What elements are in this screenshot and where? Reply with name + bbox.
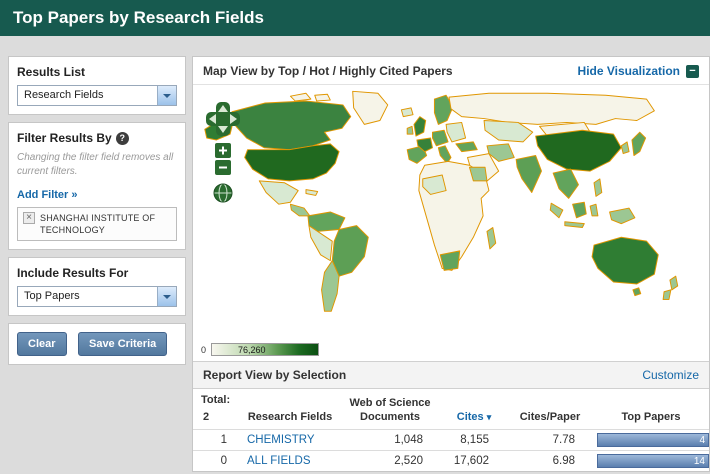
legend-max-label: 76,260 [238,345,266,355]
results-list-dropdown[interactable]: Research Fields [17,85,177,106]
field-link-chemistry[interactable]: CHEMISTRY [241,428,339,450]
include-results-value: Top Papers [24,290,80,303]
col-cites-per-paper[interactable]: Cites/Paper [507,389,593,429]
top-papers-cell: 4 [593,428,709,450]
main-panel: Map View by Top / Hot / Highly Cited Pap… [192,56,710,472]
minus-icon: − [686,64,699,78]
globe-icon[interactable] [213,183,233,203]
chevron-down-icon[interactable] [157,86,176,105]
top-papers-cell: 14 [593,449,709,471]
table-row: 1 CHEMISTRY 1,048 8,155 7.78 4 [193,428,709,450]
cites-value: 8,155 [441,428,507,450]
total-value: 2 [203,410,210,423]
report-view-title: Report View by Selection [203,368,347,382]
chevron-down-icon[interactable] [157,287,176,307]
filter-tag-label: SHANGHAI INSTITUTE OF TECHNOLOGY [40,213,156,236]
filter-note: Changing the filter field removes all cu… [17,152,174,177]
page-title: Top Papers by Research Fields [0,0,710,36]
field-link-all-fields[interactable]: ALL FIELDS [241,449,339,471]
docs-value: 1,048 [339,428,441,450]
add-filter-link[interactable]: Add Filter » [17,189,78,201]
help-icon[interactable]: ? [115,132,129,145]
sidebar: Results List Research Fields Filter Resu… [8,56,186,372]
col-top-papers[interactable]: Top Papers [593,389,709,429]
hide-visualization-link[interactable]: Hide Visualization − [578,64,699,78]
report-table: Total: 2 Research Fields Web of Science … [193,389,709,471]
col-cites-sort[interactable]: Cites ▾ [441,389,507,429]
results-list-value: Research Fields [24,89,104,101]
filter-tag: × SHANGHAI INSTITUTE OF TECHNOLOGY [17,207,177,242]
map-countries[interactable] [204,90,679,312]
save-criteria-button[interactable]: Save Criteria [77,332,168,357]
total-header: Total: 2 [193,389,241,429]
clear-button[interactable]: Clear [17,332,67,357]
world-map[interactable] [197,87,703,335]
cites-per-paper-value: 6.98 [507,449,593,471]
col-research-fields[interactable]: Research Fields [241,389,339,429]
map-area: 0 76,260 [193,85,709,361]
map-legend: 0 76,260 [201,343,320,356]
results-list-label: Results List [17,65,86,79]
row-index: 1 [193,428,241,450]
cites-per-paper-value: 7.78 [507,428,593,450]
actions-panel: Clear Save Criteria [8,323,186,366]
map-view-title: Map View by Top / Hot / Highly Cited Pap… [203,64,453,78]
customize-link[interactable]: Customize [642,368,699,382]
zoom-out-button[interactable] [215,160,231,175]
cites-value: 17,602 [441,449,507,471]
results-list-panel: Results List Research Fields [8,56,186,115]
top-papers-bar: 14 [597,453,709,468]
map-view-header: Map View by Top / Hot / Highly Cited Pap… [193,57,709,85]
table-row: 0 ALL FIELDS 2,520 17,602 6.98 14 [193,449,709,471]
report-view-header: Report View by Selection Customize [193,361,709,389]
docs-value: 2,520 [339,449,441,471]
sort-desc-icon: ▾ [486,411,492,422]
include-results-label: Include Results For [17,266,129,281]
map-controls[interactable] [205,101,241,207]
content: Results List Research Fields Filter Resu… [0,36,710,472]
row-index: 0 [193,449,241,471]
table-header-row: Total: 2 Research Fields Web of Science … [193,389,709,429]
total-label: Total: [201,394,231,406]
remove-filter-icon[interactable]: × [23,212,35,224]
filter-panel: Filter Results By? Changing the filter f… [8,122,186,251]
legend-min-label: 0 [201,344,207,355]
map-pan-control[interactable] [206,102,240,136]
col-wos-documents[interactable]: Web of Science Documents [339,389,441,429]
include-results-dropdown[interactable]: Top Papers [17,286,177,308]
top-papers-bar: 4 [597,432,709,447]
legend-gradient-bar: 76,260 [211,343,320,356]
filter-label: Filter Results By? [17,131,177,145]
include-results-panel: Include Results For Top Papers [8,257,186,317]
zoom-in-button[interactable] [215,143,231,158]
